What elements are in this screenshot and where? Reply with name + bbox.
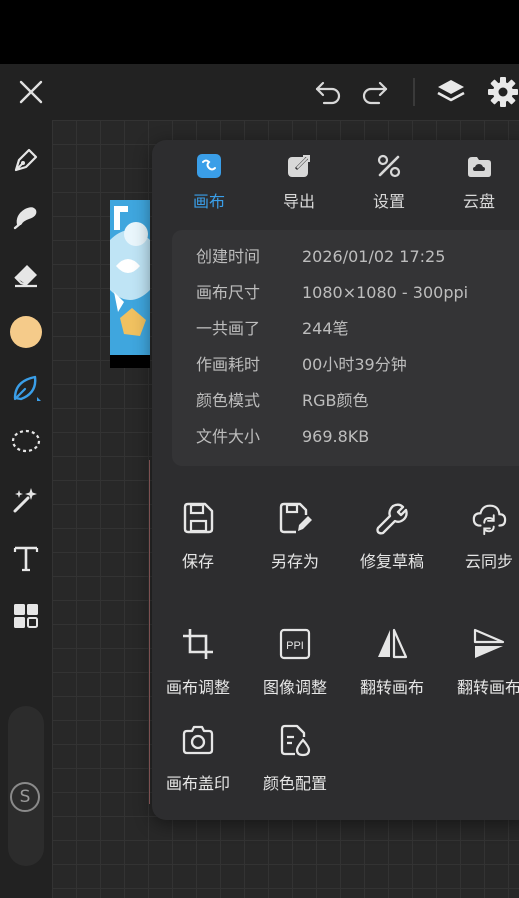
leaf-icon[interactable]: [6, 368, 46, 408]
tab-label: 画布: [192, 192, 225, 211]
grid-icon[interactable]: [6, 596, 46, 636]
tab-label: 导出: [282, 192, 315, 211]
tab-canvas[interactable]: 画布: [174, 152, 244, 214]
smudge-icon[interactable]: [6, 196, 46, 236]
svg-text:PPI: PPI: [286, 640, 304, 652]
tools-icon: [375, 152, 403, 180]
tab-cloud-drive[interactable]: 云盘: [444, 152, 514, 214]
image-adjust-button[interactable]: PPI 图像调整: [247, 626, 343, 702]
lasso-icon[interactable]: [6, 422, 46, 462]
close-icon[interactable]: [13, 74, 49, 110]
eraser-icon[interactable]: [6, 254, 46, 294]
ppi-icon: PPI: [277, 626, 313, 662]
flip-horizontal-icon: [374, 626, 410, 662]
top-toolbar: [0, 64, 519, 120]
pen-icon[interactable]: [6, 140, 46, 180]
size-button[interactable]: S: [10, 782, 40, 812]
save-button[interactable]: 保存: [150, 500, 246, 576]
flip-canvas-horizontal-button[interactable]: 翻转画布: [344, 626, 440, 702]
color-profile-icon: [277, 722, 313, 758]
crop-icon: [180, 626, 216, 662]
export-icon: [285, 152, 313, 180]
cloud-drive-icon: [465, 152, 493, 180]
gear-icon[interactable]: [485, 74, 519, 110]
tab-export[interactable]: 导出: [264, 152, 334, 214]
save-icon: [180, 500, 216, 536]
save-as-button[interactable]: 另存为: [247, 500, 343, 576]
repair-draft-button[interactable]: 修复草稿: [344, 500, 440, 576]
canvas-icon: [195, 152, 223, 180]
undo-icon[interactable]: [310, 74, 346, 110]
canvas-adjust-button[interactable]: 画布调整: [150, 626, 246, 702]
color-profile-button[interactable]: 颜色配置: [247, 722, 343, 798]
layers-icon[interactable]: [433, 74, 469, 110]
text-icon[interactable]: [6, 538, 46, 578]
canvas-menu-panel: 画布 导出 设置 云盘 创建时间 2026/01/02 17:25 画布尺寸 108…: [152, 140, 519, 820]
canvas-stamp-button[interactable]: 画布盖印: [150, 722, 246, 798]
cloud-sync-button[interactable]: 云同步: [441, 500, 519, 576]
flip-canvas-vertical-button[interactable]: 翻转画布: [441, 626, 519, 702]
save-as-icon: [277, 500, 313, 536]
color-swatch[interactable]: [6, 312, 46, 352]
artwork-canvas[interactable]: [110, 200, 150, 368]
camera-stamp-icon: [180, 722, 216, 758]
tab-label: 云盘: [462, 192, 495, 211]
redo-icon[interactable]: [357, 74, 393, 110]
magic-wand-icon[interactable]: [6, 480, 46, 520]
tab-label: 设置: [372, 192, 405, 211]
canvas-info-card: 创建时间 2026/01/02 17:25 画布尺寸 1080×1080 - 300…: [172, 230, 519, 466]
toolbar-divider: [413, 78, 415, 106]
flip-vertical-icon: [471, 626, 507, 662]
repair-icon: [374, 500, 410, 536]
tab-settings[interactable]: 设置: [354, 152, 424, 214]
status-bar: [0, 0, 519, 64]
cloud-sync-icon: [471, 500, 507, 536]
